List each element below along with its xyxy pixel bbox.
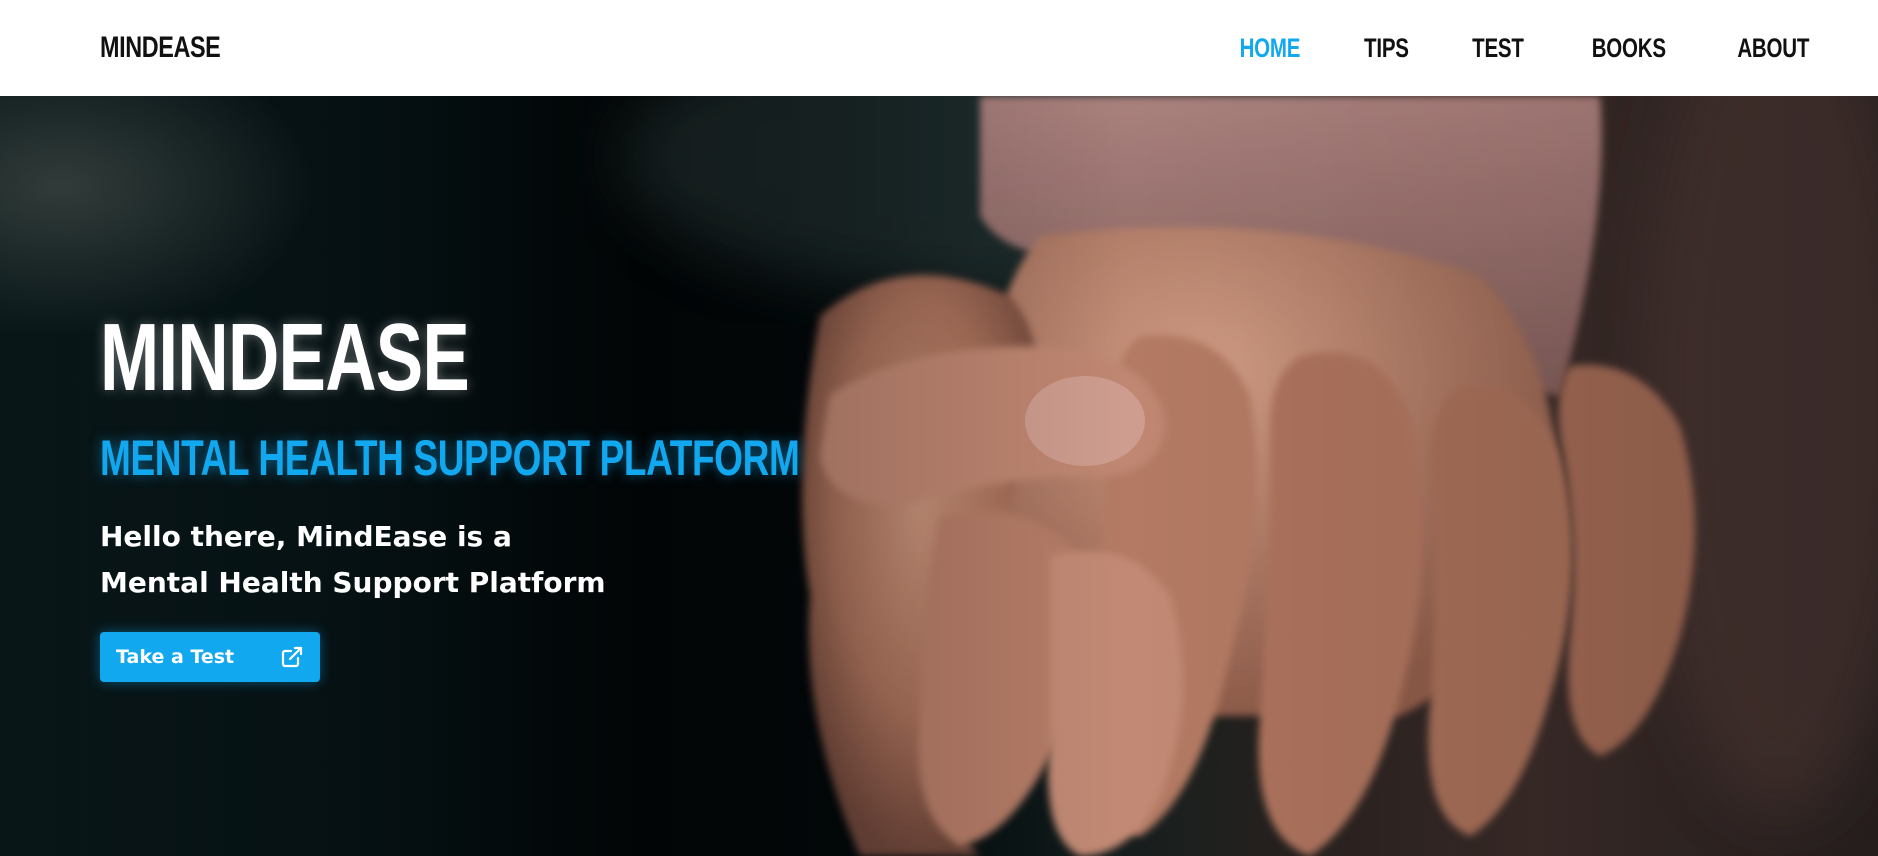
hero-description-line-2: Mental Health Support Platform	[100, 566, 606, 599]
hero-content: MINDEASE MENTAL HEALTH SUPPORT PLATFORM …	[100, 308, 1045, 682]
hero-section: MINDEASE MENTAL HEALTH SUPPORT PLATFORM …	[0, 96, 1878, 856]
hero-subtitle: MENTAL HEALTH SUPPORT PLATFORM	[100, 430, 800, 486]
take-a-test-label: Take a Test	[116, 646, 235, 668]
external-link-icon	[280, 645, 304, 669]
hero-description: Hello there, MindEase is a Mental Health…	[100, 514, 1045, 606]
take-a-test-button[interactable]: Take a Test	[100, 632, 320, 682]
nav-link-test[interactable]: TEST	[1472, 33, 1524, 64]
nav-links: HOME TIPS TEST BOOKS ABOUT	[1182, 33, 1820, 64]
nav-link-tips[interactable]: TIPS	[1364, 33, 1409, 64]
navbar: MINDEASE HOME TIPS TEST BOOKS ABOUT	[0, 0, 1878, 96]
nav-link-about[interactable]: ABOUT	[1737, 33, 1809, 64]
hero-description-line-1: Hello there, MindEase is a	[100, 520, 512, 553]
brand-logo[interactable]: MINDEASE	[100, 31, 221, 65]
nav-link-books[interactable]: BOOKS	[1592, 33, 1666, 64]
nav-link-home[interactable]: HOME	[1239, 33, 1300, 64]
hero-title: MINDEASE	[100, 304, 470, 411]
